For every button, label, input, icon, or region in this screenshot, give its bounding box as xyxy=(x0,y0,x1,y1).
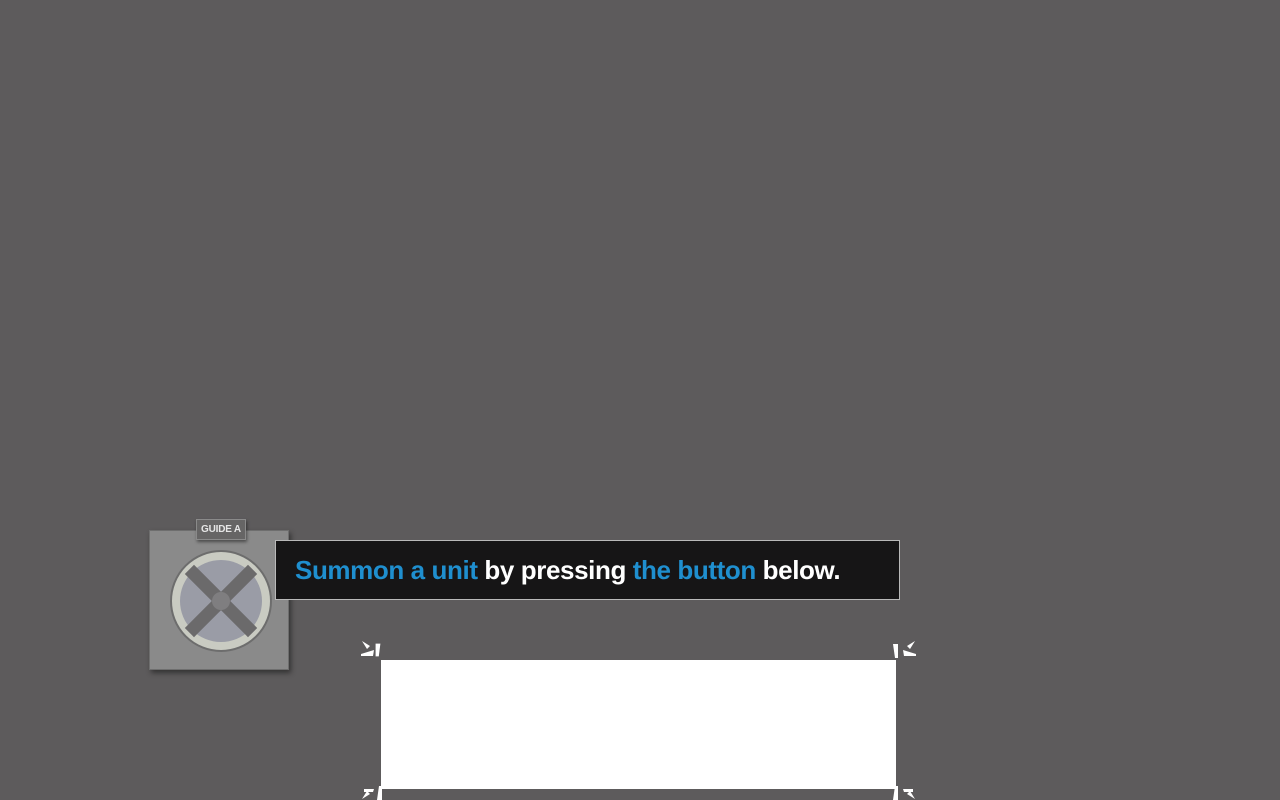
x-cross-icon xyxy=(170,550,272,652)
dialog-text: by pressing xyxy=(477,554,633,585)
dialog-highlight-summon: Summon a unit xyxy=(295,554,478,585)
corner-bracket-icon xyxy=(361,641,381,657)
dialog-text-end: below. xyxy=(755,554,841,585)
guide-name-tag: GUIDE A xyxy=(196,519,246,540)
tutorial-dialog: Summon a unit by pressing the button bel… xyxy=(275,540,900,600)
corner-bracket-icon xyxy=(893,786,915,800)
corner-bracket-icon xyxy=(362,786,382,800)
summon-button-target[interactable] xyxy=(381,660,896,789)
corner-bracket-icon xyxy=(893,641,916,658)
game-screen: GUIDE A Summon a unit by pressing the bu… xyxy=(0,0,1280,800)
dialog-highlight-button: the button xyxy=(632,554,756,585)
